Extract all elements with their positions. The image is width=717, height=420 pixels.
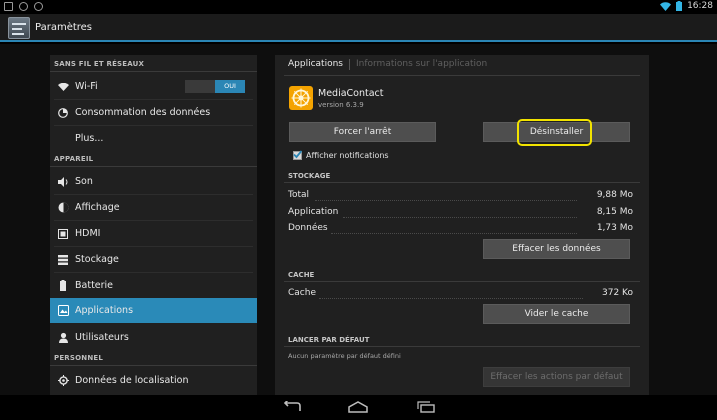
settings-app-icon[interactable]	[8, 17, 30, 39]
navigation-bar	[0, 395, 717, 420]
sidebar-item-label: Plus...	[75, 133, 104, 144]
sidebar-item-users[interactable]: Utilisateurs	[50, 325, 257, 350]
sidebar-item-applications[interactable]: Applications	[50, 298, 257, 323]
clock: 16:28	[687, 1, 713, 11]
recent-apps-button[interactable]	[414, 400, 438, 414]
storage-data-label: Données	[288, 223, 328, 233]
force-stop-button[interactable]: Forcer l'arrêt	[289, 122, 436, 142]
app-version: version 6.3.9	[318, 101, 364, 109]
cache-divider	[284, 281, 640, 282]
users-icon	[57, 332, 69, 344]
sidebar-item-label: HDMI	[75, 228, 101, 239]
section-divider	[50, 71, 257, 72]
recent-apps-icon	[417, 401, 435, 413]
sidebar-item-label: Stockage	[75, 254, 119, 265]
sidebar-item-sound[interactable]: Son	[50, 169, 257, 194]
usb-notification-icon[interactable]	[19, 2, 28, 11]
back-icon	[283, 401, 301, 411]
sidebar-item-label: Consommation des données	[75, 107, 211, 118]
action-bar: Paramètres	[0, 14, 717, 42]
sidebar-item-label: Wi-Fi	[75, 81, 98, 92]
home-icon	[348, 401, 368, 413]
storage-icon	[57, 254, 69, 266]
clear-cache-button[interactable]: Vider le cache	[483, 304, 630, 324]
storage-divider	[284, 182, 640, 183]
show-notifications-checkbox[interactable]	[293, 150, 302, 160]
cache-header: CACHE	[288, 271, 315, 279]
section-divider	[50, 365, 257, 366]
cache-value: 372 Ko	[602, 288, 633, 298]
speaker-icon	[57, 176, 69, 188]
wifi-toggle[interactable]: OUI	[185, 80, 245, 93]
section-header-device: APPAREIL	[54, 155, 94, 163]
sidebar-item-label: Son	[75, 176, 93, 187]
breadcrumb-separator	[348, 59, 350, 70]
cache-label: Cache	[288, 288, 316, 298]
uninstall-highlight	[517, 119, 592, 146]
storage-header: STOCKAGE	[288, 172, 331, 180]
action-bar-title: Paramètres	[35, 22, 93, 33]
wifi-icon	[57, 81, 69, 93]
breadcrumb-applications[interactable]: Applications	[288, 59, 343, 70]
main-area: SANS FIL ET RÉSEAUX Wi-Fi OUI Consommati…	[0, 44, 717, 395]
battery-status-icon	[676, 1, 683, 11]
sidebar-item-battery[interactable]: Batterie	[50, 273, 257, 298]
brightness-icon	[57, 202, 69, 214]
app-name: MediaContact	[318, 88, 384, 99]
applications-icon	[57, 305, 69, 317]
back-button[interactable]	[280, 400, 304, 414]
storage-app-label: Application	[288, 207, 339, 217]
breadcrumb: Applications Informations sur l'applicat…	[288, 59, 487, 70]
battery-icon	[57, 280, 69, 292]
storage-total-label: Total	[288, 190, 310, 200]
sidebar-item-wifi[interactable]: Wi-Fi OUI	[50, 74, 257, 99]
section-header-wireless: SANS FIL ET RÉSEAUX	[54, 60, 145, 68]
app-info-panel: Applications Informations sur l'applicat…	[275, 55, 649, 395]
data-usage-icon	[57, 107, 69, 119]
section-divider	[50, 166, 257, 167]
sidebar-item-more[interactable]: Plus...	[50, 126, 257, 151]
sidebar-item-storage[interactable]: Stockage	[50, 247, 257, 272]
home-button[interactable]	[346, 400, 370, 414]
sidebar-item-hdmi[interactable]: HDMI	[50, 221, 257, 246]
show-notifications-label: Afficher notifications	[306, 151, 389, 160]
sidebar-item-location[interactable]: Données de localisation	[50, 368, 257, 393]
status-bar: 16:28	[0, 0, 717, 14]
wifi-status-icon	[660, 1, 672, 11]
gallery-notification-icon[interactable]	[4, 2, 13, 11]
sidebar-item-label: Batterie	[75, 280, 114, 291]
launch-default-header: LANCER PAR DÉFAUT	[288, 336, 370, 344]
storage-data-value: 1,73 Mo	[596, 223, 633, 233]
clear-defaults-button[interactable]: Effacer les actions par défaut	[483, 367, 630, 387]
storage-total-value: 9,88 Mo	[596, 190, 633, 200]
settings-sidebar: SANS FIL ET RÉSEAUX Wi-Fi OUI Consommati…	[50, 55, 257, 395]
sidebar-item-data-usage[interactable]: Consommation des données	[50, 100, 257, 125]
sidebar-item-label: Données de localisation	[75, 375, 189, 386]
sidebar-item-label: Applications	[75, 305, 134, 316]
launch-default-note: Aucun paramètre par défaut défini	[288, 352, 401, 360]
sidebar-item-label: Utilisateurs	[75, 332, 129, 343]
location-icon	[57, 375, 69, 387]
section-header-personal: PERSONNEL	[54, 354, 104, 362]
wifi-toggle-on-label: OUI	[215, 80, 245, 93]
sidebar-item-label: Affichage	[75, 202, 120, 213]
sidebar-item-display[interactable]: Affichage	[50, 195, 257, 220]
breadcrumb-divider	[284, 75, 640, 76]
hdmi-icon	[57, 228, 69, 240]
mediacontact-app-icon	[289, 86, 313, 110]
clear-data-button[interactable]: Effacer les données	[483, 239, 630, 259]
storage-app-value: 8,15 Mo	[596, 207, 633, 217]
breadcrumb-app-info: Informations sur l'application	[355, 59, 488, 69]
launch-default-divider	[284, 346, 640, 347]
settings-notification-icon[interactable]	[34, 2, 43, 11]
